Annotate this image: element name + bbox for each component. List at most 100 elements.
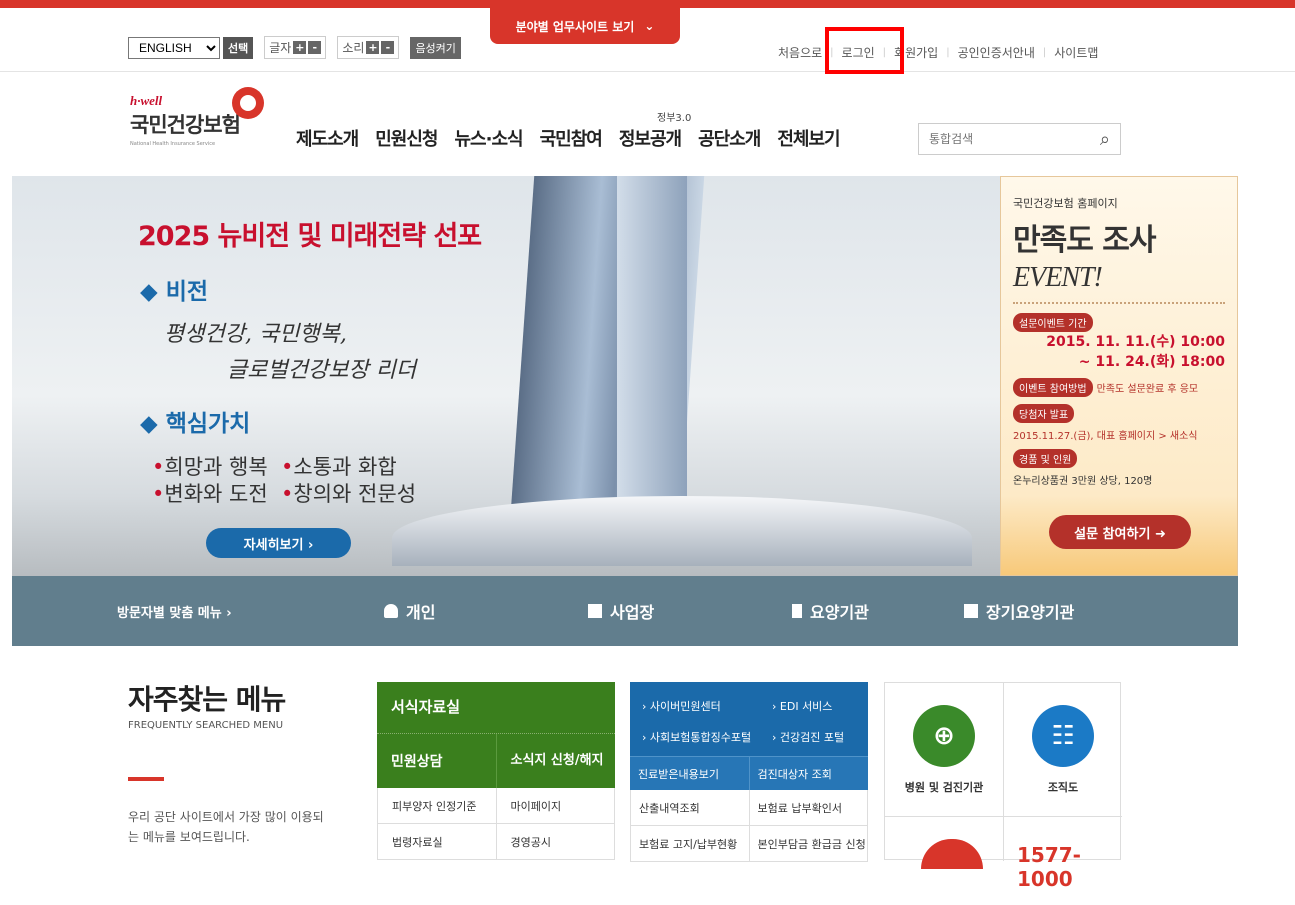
language-selector: ENGLISH 선택 글자 + - 소리 + - 음성켜기 [128, 36, 461, 59]
civil-counsel-link[interactable]: 민원상담 [377, 734, 496, 788]
visitor-business-label: 사업장 [610, 603, 655, 622]
bullet: • [281, 455, 294, 479]
law-library-link[interactable]: 법령자료실 [378, 824, 496, 859]
collection-portal-label: 사회보험통합징수포털 [649, 731, 752, 744]
sound-label: 소리 [342, 41, 365, 55]
edi-link[interactable]: › EDI 서비스 [772, 698, 872, 725]
visitor-longterm-label: 장기요양기관 [986, 603, 1075, 622]
period-line2: ~ 11. 24.(화) 18:00 [1078, 354, 1225, 370]
blue-cell-row: 산출내역조회 보험료 납부확인서 [630, 790, 868, 826]
newsletter-link[interactable]: 소식지 신청/해지 [495, 734, 616, 788]
language-select[interactable]: ENGLISH [128, 36, 220, 59]
top-links: 처음으로 | 로그인 | 회원가입 | 공인인증서안내 | 사이트맵 [770, 44, 1106, 61]
visitor-care-label: 요양기관 [810, 603, 869, 622]
bookmark-icon [792, 604, 802, 618]
period-line1: 2015. 11. 11.(수) 10:00 [1046, 334, 1225, 350]
search-input[interactable] [929, 132, 1079, 146]
building-image-side [617, 176, 687, 536]
search-box: ⌕ [918, 123, 1121, 155]
visitor-personal[interactable]: 개인 [384, 599, 435, 623]
collection-portal-link[interactable]: › 사회보험통합징수포털 [642, 729, 772, 756]
sound-minus-button[interactable]: - [381, 41, 395, 54]
quick-links-panel: ⊕ 병원 및 검진기관 ☷ 조직도 1577-1000 [884, 682, 1122, 891]
header: h·well 국민건강보험 National Health Insurance … [0, 73, 1295, 176]
calc-detail-link[interactable]: 산출내역조회 [631, 790, 749, 825]
dependent-criteria-link[interactable]: 피부양자 인정기준 [378, 788, 496, 823]
hero-banner[interactable]: 2025 뉴비전 및 미래전략 선포 ◆ 비전 평생건강, 국민행복, 글로벌건… [12, 176, 1000, 576]
period-label: 설문이벤트 기간 [1013, 313, 1093, 332]
building-icon [588, 604, 602, 618]
method-row: 이벤트 참여방법 만족도 설문완료 후 응모 [1013, 378, 1225, 397]
font-size-label: 글자 [269, 41, 292, 55]
nav-participation[interactable]: 국민참여 [540, 125, 603, 151]
visitor-business[interactable]: 사업장 [588, 599, 654, 623]
values-heading: ◆ 핵심가치 [140, 411, 251, 437]
bullet: • [152, 455, 165, 479]
method-label: 이벤트 참여방법 [1013, 378, 1093, 397]
payment-cert-link[interactable]: 보험료 납부확인서 [748, 790, 868, 825]
nav-system[interactable]: 제도소개 [296, 125, 359, 151]
premium-notice-link[interactable]: 보험료 고지/납부현황 [631, 826, 749, 861]
link-home[interactable]: 처음으로 [770, 44, 830, 61]
green-cell-row: 법령자료실 경영공시 [377, 824, 615, 860]
management-disclosure-link[interactable]: 경영공시 [495, 824, 615, 859]
divider [1013, 302, 1225, 304]
chevron-down-icon: ⌄ [644, 19, 655, 33]
logo-english: National Health Insurance Service [130, 141, 216, 147]
org-chart-icon: ☷ [1032, 705, 1094, 767]
medical-kit-icon [964, 604, 978, 618]
event-banner[interactable]: 국민건강보험 홈페이지 만족도 조사 EVENT! 설문이벤트 기간 2015.… [1000, 176, 1238, 576]
blue-menu-panel: › 사이버민원센터 › EDI 서비스 › 사회보험통합징수포털 › 건강검진 … [630, 682, 869, 862]
call-center-number[interactable]: 1577-1000 [1017, 843, 1120, 891]
sound-plus-button[interactable]: + [366, 41, 380, 54]
prize-text: 온누리상품권 3만원 상당, 120명 [1013, 476, 1153, 487]
main-nav: 제도소개 민원신청 뉴스·소식 국민참여 정보공개 공단소개 전체보기 [296, 125, 841, 151]
site-logo[interactable]: h·well 국민건강보험 National Health Insurance … [130, 93, 241, 147]
building-podium [392, 496, 972, 566]
frequent-menu-desc: 우리 공단 사이트에서 가장 많이 이용되는 메뉴를 보여드립니다. [128, 810, 324, 844]
vision-line1: 평생건강, 국민행복, [164, 322, 347, 347]
refund-request-link[interactable]: 본인부담금 환급금 신청 [748, 826, 868, 861]
checkup-target-link[interactable]: 검진대상자 조회 [748, 757, 869, 790]
checkup-portal-link[interactable]: › 건강검진 포털 [772, 729, 872, 756]
link-sitemap[interactable]: 사이트맵 [1046, 44, 1106, 61]
org-chart-link[interactable]: ☷ 조직도 [1004, 683, 1122, 816]
value-change: 변화와 도전 [164, 482, 268, 506]
treatment-history-link[interactable]: 진료받은내용보기 [630, 757, 749, 790]
font-plus-button[interactable]: + [293, 41, 307, 54]
core-values: •희망과 행복 •소통과 화합 •변화와 도전 •창의와 전문성 [152, 454, 416, 508]
logo-hwell: h·well [130, 93, 163, 108]
business-site-dropdown[interactable]: 분야별 업무사이트 보기 ⌄ [490, 8, 680, 44]
prize-block: 경품 및 인원 온누리상품권 3만원 상당, 120명 [1013, 448, 1225, 487]
sound-control: 소리 + - [337, 36, 400, 59]
link-certificate[interactable]: 공인인증서안내 [950, 44, 1043, 61]
bullet: • [152, 482, 165, 506]
cyber-center-label: 사이버민원센터 [649, 700, 721, 713]
blue-links: › 사이버민원센터 › EDI 서비스 › 사회보험통합징수포털 › 건강검진 … [630, 682, 868, 756]
cyber-center-link[interactable]: › 사이버민원센터 [642, 698, 772, 725]
hospital-link[interactable]: ⊕ 병원 및 검진기관 [885, 683, 1003, 816]
visitor-menu-bar: 방문자별 맞춤 메뉴 › 개인 사업장 요양기관 장기요양기관 [12, 576, 1238, 646]
event-title-ko: 만족도 조사 [1013, 223, 1156, 258]
survey-button[interactable]: 설문 참여하기 ➜ [1049, 515, 1191, 549]
frequent-menu-intro: 자주찾는 메뉴 FREQUENTLY SEARCHED MENU 우리 공단 사… [128, 678, 328, 847]
checkup-portal-label: 건강검진 포털 [779, 731, 845, 744]
prize-label: 경품 및 인원 [1013, 449, 1078, 468]
nav-all[interactable]: 전체보기 [777, 125, 840, 151]
visitor-care[interactable]: 요양기관 [792, 599, 869, 623]
event-title: 만족도 조사 EVENT! [1013, 215, 1225, 294]
forms-library-link[interactable]: 서식자료실 [377, 682, 615, 734]
font-minus-button[interactable]: - [308, 41, 322, 54]
more-button[interactable]: 자세히보기 › [206, 528, 351, 558]
nav-news[interactable]: 뉴스·소식 [455, 125, 524, 151]
mypage-link[interactable]: 마이페이지 [495, 788, 615, 823]
voice-on-button[interactable]: 음성켜기 [410, 36, 461, 59]
nav-civil[interactable]: 민원신청 [375, 125, 438, 151]
search-icon[interactable]: ⌕ [1100, 129, 1110, 150]
nav-about[interactable]: 공단소개 [698, 125, 761, 151]
language-select-button[interactable]: 선택 [223, 36, 254, 59]
visitor-longterm[interactable]: 장기요양기관 [964, 599, 1074, 623]
phone-icon [921, 839, 983, 869]
hero-title: 2025 뉴비전 및 미래전략 선포 [138, 221, 482, 252]
nav-disclosure[interactable]: 정보공개 [619, 125, 682, 151]
